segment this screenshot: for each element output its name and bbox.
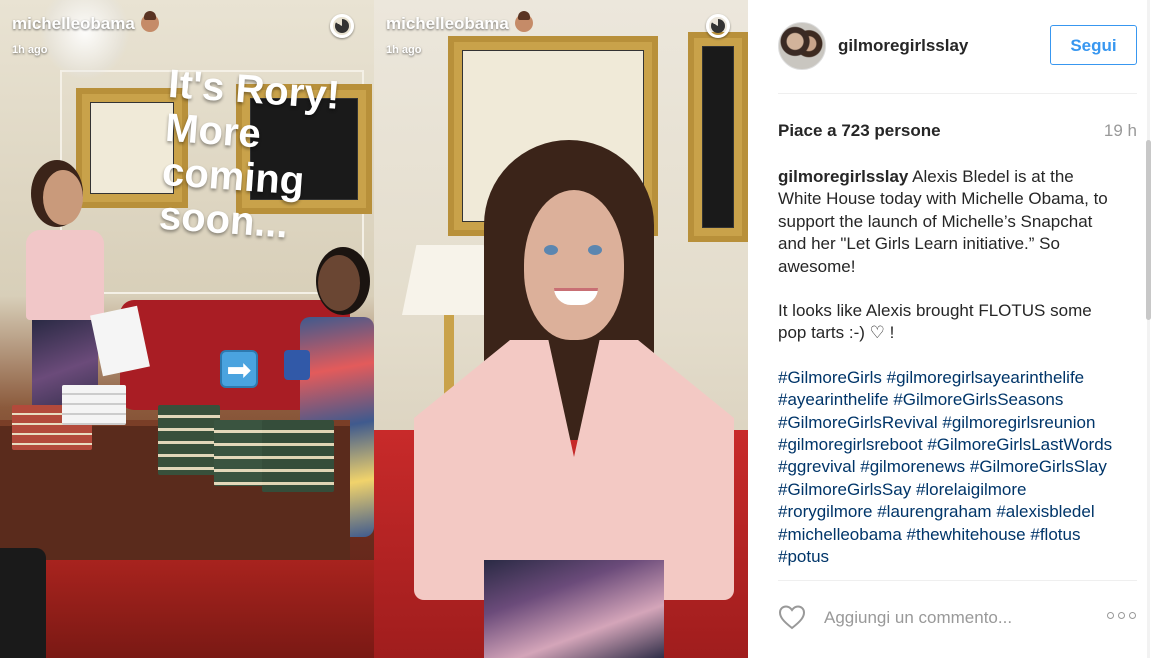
post-time[interactable]: 19 h: [1104, 121, 1137, 141]
hashtag-link[interactable]: #laurengraham: [877, 502, 991, 521]
book-stack: [62, 385, 126, 425]
hashtag-link[interactable]: #potus: [778, 547, 829, 566]
hashtag-link[interactable]: #gilmoregirlsayearinthelife: [887, 368, 1084, 387]
post-caption: gilmoregirlsslay Alexis Bledel is at the…: [778, 166, 1118, 576]
caption-paragraph: gilmoregirlsslay Alexis Bledel is at the…: [778, 166, 1118, 278]
post-username[interactable]: gilmoregirlsslay: [838, 36, 968, 56]
book-stack: [262, 420, 334, 492]
likes-count[interactable]: Piace a 723 persone: [778, 121, 941, 141]
camera: [0, 548, 46, 658]
snap-caption: It's Rory! More coming soon...: [158, 62, 342, 250]
snap-time: 1h ago: [12, 44, 48, 56]
heart-icon[interactable]: [778, 604, 806, 630]
hashtag-link[interactable]: #GilmoreGirlsSeasons: [893, 390, 1063, 409]
divider: [778, 93, 1137, 94]
book-stack: [158, 405, 220, 475]
emoji-icon: [514, 11, 533, 32]
hashtag-link[interactable]: #michelleobama: [778, 525, 902, 544]
hashtag-link[interactable]: #GilmoreGirlsSay: [778, 480, 911, 499]
hashtag-link[interactable]: #lorelaigilmore: [916, 480, 1027, 499]
carpet: [0, 560, 374, 658]
pop-tarts-box: [284, 350, 310, 380]
caption-paragraph-2: It looks like Alexis brought FLOTUS some…: [778, 301, 1092, 343]
hashtag-link[interactable]: #gilmoregirlsreunion: [942, 413, 1095, 432]
divider: [778, 580, 1137, 581]
snap-username: michelleobama: [12, 11, 159, 34]
hashtag-link[interactable]: #rorygilmore: [778, 502, 872, 521]
hashtag-link[interactable]: #gilmoregirlsreboot: [778, 435, 923, 454]
avatar[interactable]: [778, 22, 826, 70]
instagram-post-view: michelleobama 1h ago It's Rory! More com…: [0, 0, 1152, 658]
hashtag-list: #GilmoreGirls #gilmoregirlsayearinthelif…: [778, 367, 1118, 569]
hashtag-link[interactable]: #GilmoreGirlsRevival: [778, 413, 938, 432]
caption-username[interactable]: gilmoregirlsslay: [778, 167, 908, 186]
hashtag-link[interactable]: #gilmorenews: [860, 457, 965, 476]
hashtag-link[interactable]: #GilmoreGirlsSlay: [970, 457, 1107, 476]
snap-left: michelleobama 1h ago It's Rory! More com…: [0, 0, 374, 658]
emoji-icon: [140, 11, 159, 32]
snap-right: michelleobama 1h ago: [374, 0, 748, 658]
hashtag-link[interactable]: #GilmoreGirls: [778, 368, 882, 387]
more-options-icon[interactable]: [1107, 610, 1137, 620]
follow-button[interactable]: Segui: [1050, 25, 1137, 65]
person-alexis-closeup: [414, 140, 734, 658]
snap-time: 1h ago: [386, 44, 422, 56]
post-media[interactable]: michelleobama 1h ago It's Rory! More com…: [0, 0, 748, 658]
comment-input[interactable]: [822, 605, 1096, 631]
hashtag-link[interactable]: #GilmoreGirlsLastWords: [927, 435, 1112, 454]
snap-timer-icon: [706, 14, 730, 38]
chandelier: [40, 0, 130, 80]
post-sidebar: gilmoregirlsslay Segui Piace a 723 perso…: [748, 0, 1152, 658]
snap-username: michelleobama: [386, 11, 533, 34]
post-header: gilmoregirlsslay Segui: [778, 22, 1137, 70]
hashtag-link[interactable]: #ayearinthelife: [778, 390, 889, 409]
hashtag-link[interactable]: #ggrevival: [778, 457, 856, 476]
snap-timer-icon: [330, 14, 354, 38]
hashtag-link[interactable]: #flotus: [1030, 525, 1080, 544]
arrow-right-icon: ➡: [220, 350, 258, 388]
hashtag-link[interactable]: #thewhitehouse: [907, 525, 1026, 544]
comment-bar: [778, 600, 1137, 636]
hashtag-link[interactable]: #alexisbledel: [996, 502, 1094, 521]
